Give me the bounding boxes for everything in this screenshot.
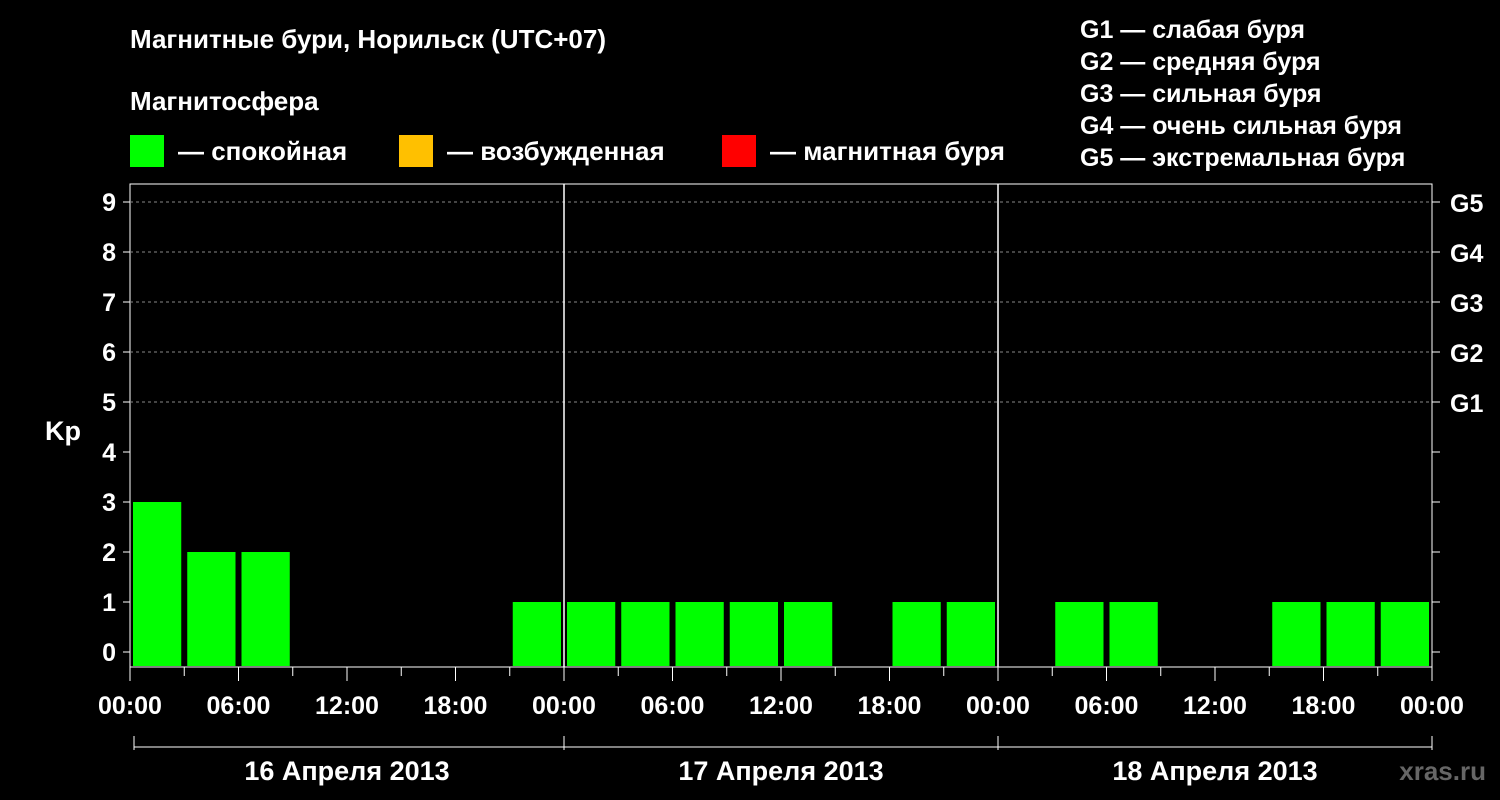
day-label: 18 Апреля 2013: [1112, 756, 1317, 786]
y-tick-label: 5: [102, 389, 116, 417]
x-tick-label: 00:00: [532, 692, 596, 720]
y-tick-label: 8: [102, 239, 116, 267]
y-tick-label: 7: [102, 289, 116, 317]
plot-frame: [129, 183, 1433, 668]
y-axis-label: Kp: [45, 416, 81, 446]
x-tick-label: 12:00: [1183, 692, 1247, 720]
kp-bar: [133, 502, 182, 666]
kp-bar: [1109, 602, 1158, 666]
kp-bar: [621, 602, 670, 666]
kp-bar: [729, 602, 778, 666]
kp-bar: [241, 552, 290, 666]
right-g-label: G4: [1450, 240, 1483, 268]
x-tick-label: 00:00: [966, 692, 1030, 720]
y-tick-label: 4: [102, 439, 116, 467]
kp-bar: [784, 602, 833, 666]
y-tick-label: 6: [102, 339, 116, 367]
x-tick-label: 18:00: [858, 692, 922, 720]
x-tick-label: 00:00: [1400, 692, 1464, 720]
day-label: 17 Апреля 2013: [678, 756, 883, 786]
x-tick-label: 00:00: [98, 692, 162, 720]
kp-bar: [567, 602, 616, 666]
x-tick-label: 06:00: [207, 692, 271, 720]
y-tick-label: 3: [102, 489, 116, 517]
right-g-label: G5: [1450, 190, 1483, 218]
x-tick-label: 18:00: [1292, 692, 1356, 720]
x-tick-label: 06:00: [641, 692, 705, 720]
kp-bar: [1326, 602, 1375, 666]
kp-bar: [892, 602, 941, 666]
kp-bar: [1055, 602, 1104, 666]
right-g-label: G2: [1450, 340, 1483, 368]
right-g-label: G3: [1450, 290, 1483, 318]
x-tick-label: 18:00: [424, 692, 488, 720]
y-tick-label: 2: [102, 539, 116, 567]
x-tick-label: 12:00: [315, 692, 379, 720]
kp-chart: 0 1 2 3 4 5 6 7 8 9 Kp G1 G2 G3 G4 G5 00:00 06:00 12:00 18:…: [45, 183, 1483, 786]
day-label: 16 Апреля 2013: [244, 756, 449, 786]
kp-bar: [675, 602, 724, 666]
kp-bar: [187, 552, 236, 666]
watermark: xras.ru: [1399, 756, 1486, 786]
x-tick-label: 06:00: [1075, 692, 1139, 720]
y-tick-label: 9: [102, 189, 116, 217]
y-tick-label: 1: [102, 589, 116, 617]
kp-bar: [512, 602, 561, 666]
right-g-label: G1: [1450, 390, 1483, 418]
kp-bar: [1272, 602, 1321, 666]
kp-bar: [946, 602, 995, 666]
y-tick-label: 0: [102, 639, 116, 667]
x-tick-label: 12:00: [749, 692, 813, 720]
kp-bar: [1380, 602, 1429, 666]
